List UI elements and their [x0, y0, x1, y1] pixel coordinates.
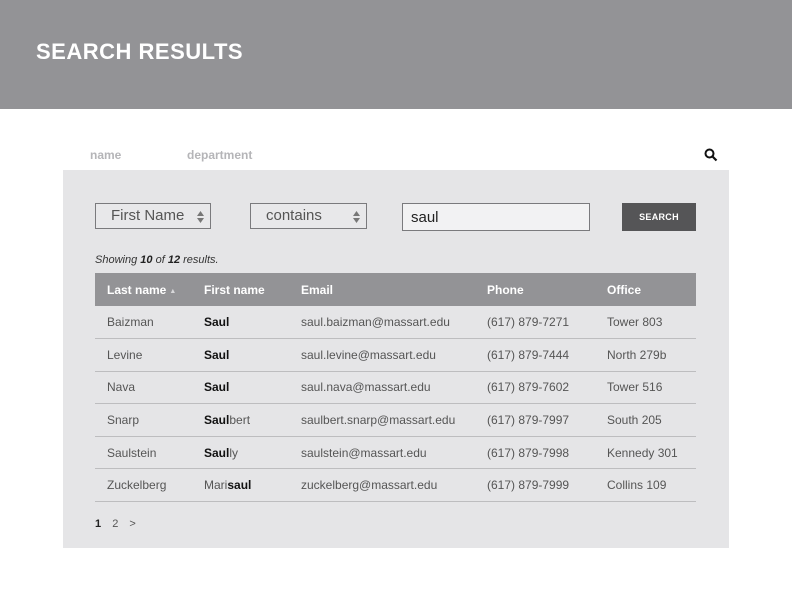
cell-phone: (617) 879-7997 — [487, 413, 570, 428]
page-header: SEARCH RESULTS — [0, 0, 792, 109]
cell-last-name: Nava — [107, 380, 136, 395]
search-icon[interactable] — [704, 148, 718, 162]
table-row[interactable]: Snarp Saulbert saulbert.snarp@massart.ed… — [95, 404, 696, 437]
cell-last-name: Baizman — [107, 315, 154, 330]
cell-office: Tower 516 — [607, 380, 663, 395]
cell-last-name: Saulstein — [107, 445, 157, 460]
cell-email[interactable]: saulstein@massart.edu — [289, 436, 475, 469]
cell-office: North 279b — [607, 347, 667, 362]
cell-last-name: Zuckelberg — [107, 478, 167, 493]
table-row[interactable]: Nava Saul saul.nava@massart.edu (617) 87… — [95, 371, 696, 404]
cell-first-name: Saulbert — [192, 404, 289, 437]
first-name-match: saul — [227, 478, 252, 493]
results-count: Showing 10 of 12 results. — [95, 254, 219, 266]
results-table: Last name ▲ First name Email Phone Office… — [95, 273, 696, 502]
cell-office: Collins 109 — [607, 478, 667, 493]
search-panel: First Name contains SEARCH Showing 10 of… — [63, 170, 729, 548]
first-name-match: Saul — [204, 347, 230, 362]
cell-first-name: Saul — [192, 371, 289, 404]
cell-first-name: Marisaul — [192, 469, 289, 502]
cell-phone: (617) 879-7444 — [487, 347, 570, 362]
column-header-office[interactable]: Office — [595, 273, 696, 306]
table-row[interactable]: Zuckelberg Marisaul zuckelberg@massart.e… — [95, 469, 696, 502]
field-select[interactable]: First Name — [95, 203, 211, 229]
page-title: SEARCH RESULTS — [36, 39, 244, 64]
next-page-link[interactable]: > — [129, 518, 135, 530]
first-name-match: Saul — [204, 413, 230, 428]
cell-phone: (617) 879-7271 — [487, 315, 570, 330]
cell-phone: (617) 879-7998 — [487, 445, 570, 460]
cell-email[interactable]: zuckelberg@massart.edu — [289, 469, 475, 502]
page-1-link[interactable]: 1 — [95, 518, 101, 530]
table-row[interactable]: Levine Saul saul.levine@massart.edu (617… — [95, 339, 696, 372]
pagination: 1 2 > — [95, 518, 144, 530]
search-button[interactable]: SEARCH — [622, 203, 696, 231]
cell-email[interactable]: saul.baizman@massart.edu — [289, 306, 475, 339]
operator-select[interactable]: contains — [250, 203, 367, 229]
tab-name[interactable]: name — [90, 148, 121, 162]
cell-last-name: Snarp — [107, 413, 140, 428]
search-tabs: name department — [63, 140, 729, 170]
table-row[interactable]: Baizman Saul saul.baizman@massart.edu (6… — [95, 306, 696, 339]
cell-office: Kennedy 301 — [607, 445, 678, 460]
column-header-label: Last name — [107, 282, 167, 297]
table-row[interactable]: Saulstein Saully saulstein@massart.edu (… — [95, 436, 696, 469]
select-arrows-icon — [197, 211, 204, 223]
sort-asc-icon: ▲ — [169, 287, 177, 295]
results-shown: 10 — [140, 254, 153, 266]
search-input[interactable] — [402, 203, 590, 231]
operator-select-value: contains — [266, 207, 322, 224]
first-name-text: bert — [229, 413, 251, 428]
results-suffix: results. — [183, 254, 219, 266]
results-prefix: Showing — [95, 254, 138, 266]
cell-email[interactable]: saul.levine@massart.edu — [289, 339, 475, 372]
page-2-link[interactable]: 2 — [112, 518, 118, 530]
cell-first-name: Saully — [192, 436, 289, 469]
cell-office: Tower 803 — [607, 315, 663, 330]
column-header-last-name[interactable]: Last name ▲ — [95, 273, 192, 306]
column-header-first-name[interactable]: First name — [192, 273, 289, 306]
cell-first-name: Saul — [192, 339, 289, 372]
cell-office: South 205 — [607, 413, 662, 428]
first-name-match: Saul — [204, 380, 230, 395]
first-name-text: Mari — [204, 478, 228, 493]
cell-first-name: Saul — [192, 306, 289, 339]
column-header-email[interactable]: Email — [289, 273, 475, 306]
first-name-match: Saul — [204, 445, 230, 460]
cell-last-name: Levine — [107, 347, 143, 362]
cell-email[interactable]: saul.nava@massart.edu — [289, 371, 475, 404]
first-name-match: Saul — [204, 315, 230, 330]
first-name-text: ly — [229, 445, 239, 460]
select-arrows-icon — [353, 211, 360, 223]
results-of: of — [155, 254, 165, 266]
results-total: 12 — [167, 254, 181, 266]
column-header-phone[interactable]: Phone — [475, 273, 595, 306]
cell-phone: (617) 879-7602 — [487, 380, 570, 395]
table-header-row: Last name ▲ First name Email Phone Office — [95, 273, 696, 306]
cell-phone: (617) 879-7999 — [487, 478, 570, 493]
cell-email[interactable]: saulbert.snarp@massart.edu — [289, 404, 475, 437]
field-select-value: First Name — [111, 207, 185, 224]
tab-department[interactable]: department — [187, 148, 252, 162]
